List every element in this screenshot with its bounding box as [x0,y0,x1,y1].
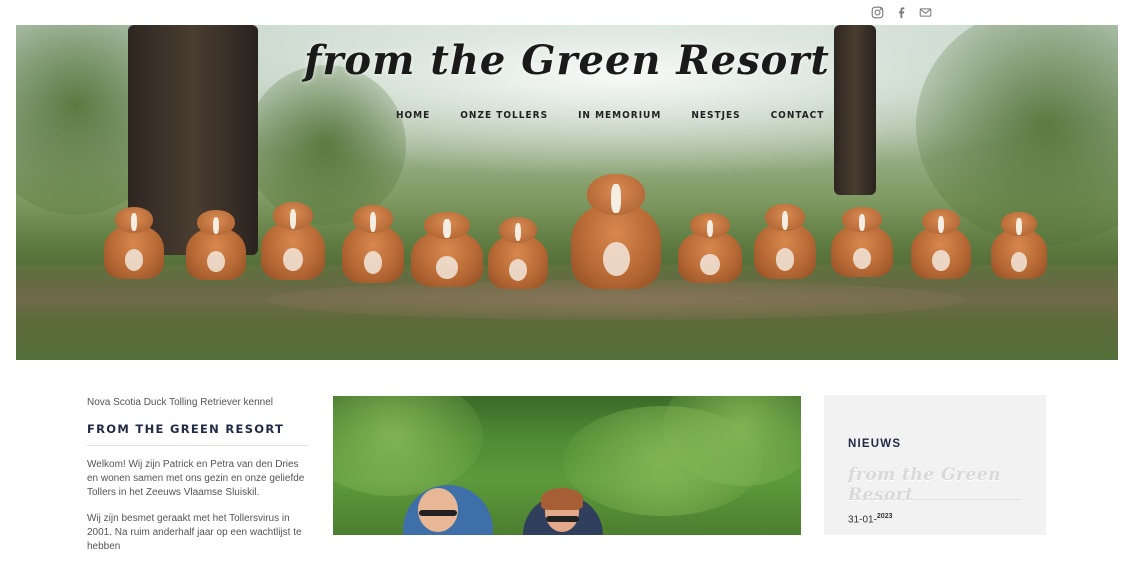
puppy-image [342,205,404,283]
hero-banner: from the Green Resort HOME ONZE TOLLERS … [16,25,1118,360]
puppy-image [186,210,246,280]
social-bar [870,5,932,19]
news-panel: NIEUWS from the Green Resort 31-01-2023 [824,395,1046,535]
owners-photo [333,396,801,535]
nav-home[interactable]: HOME [396,110,430,121]
nav-onze-tollers[interactable]: ONZE TOLLERS [460,110,548,121]
nav-nestjes[interactable]: NESTJES [691,110,740,121]
nav-contact[interactable]: CONTACT [771,110,825,121]
intro-paragraph: Wij zijn besmet geraakt met het Tollersv… [87,513,302,552]
nav-in-memorium[interactable]: IN MEMORIUM [578,110,661,121]
intro-column: Nova Scotia Duck Tolling Retriever kenne… [87,395,309,564]
news-date[interactable]: 31-01-2023 [848,513,892,525]
news-year: 2023 [876,513,893,520]
adult-dog-image [571,173,661,289]
puppy-image [678,213,742,283]
puppy-image [754,203,816,279]
facebook-icon[interactable] [894,5,908,19]
kennel-title: FROM THE GREEN RESORT [87,422,309,446]
site-logo[interactable]: from the Green Resort [16,37,1118,84]
puppy-image [831,207,893,277]
puppy-image [911,209,971,279]
intro-paragraph: Welkom! Wij zijn Patrick en Petra van de… [87,459,305,498]
puppy-image [488,216,548,289]
instagram-icon[interactable] [870,5,884,19]
puppy-image [991,212,1047,279]
tagline: Nova Scotia Duck Tolling Retriever kenne… [87,397,274,408]
puppy-image [104,206,164,279]
puppy-image [261,202,325,280]
puppy-image [411,211,483,287]
divider [848,499,1022,500]
main-nav: HOME ONZE TOLLERS IN MEMORIUM NESTJES CO… [396,110,824,121]
hero-foliage [246,65,406,225]
news-title: NIEUWS [848,438,902,450]
mail-icon[interactable] [918,5,932,19]
